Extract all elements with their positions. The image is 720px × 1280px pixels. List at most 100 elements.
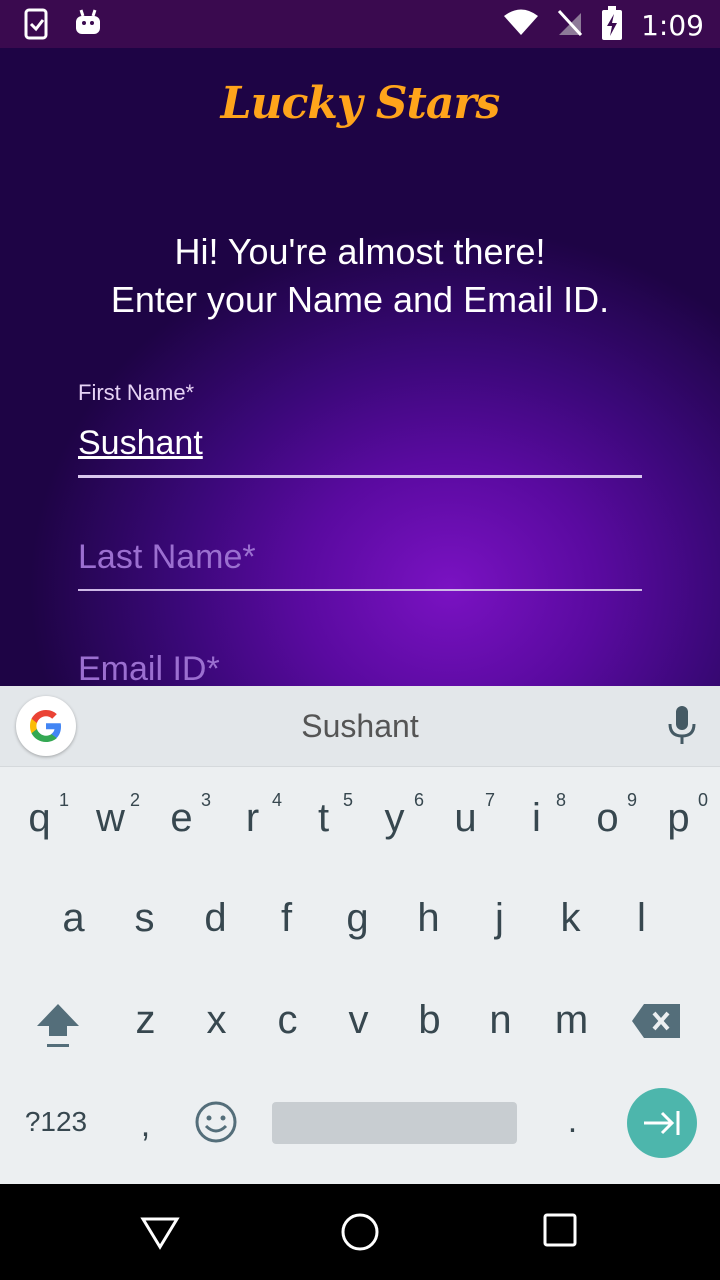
key-v[interactable]: v [323, 998, 394, 1043]
key-number-hint: 5 [342, 790, 353, 810]
emoji-key[interactable] [180, 1100, 251, 1154]
key-r[interactable]: r4 [217, 790, 288, 841]
status-bar: 1:09 [0, 0, 720, 48]
key-i[interactable]: i8 [501, 790, 572, 841]
key-label: t [317, 796, 330, 840]
intro-line-2: Enter your Name and Email ID. [110, 279, 610, 320]
home-icon[interactable] [340, 1212, 380, 1257]
key-g[interactable]: g [322, 896, 393, 941]
next-arrow-icon [644, 1111, 680, 1135]
key-q[interactable]: q1 [4, 790, 75, 841]
no-signal-icon [557, 9, 583, 42]
key-m[interactable]: m [536, 998, 607, 1043]
key-y[interactable]: y6 [359, 790, 430, 841]
key-c[interactable]: c [252, 998, 323, 1043]
period-key[interactable]: . [537, 1102, 608, 1141]
key-n[interactable]: n [465, 998, 536, 1043]
key-f[interactable]: f [251, 896, 322, 941]
first-name-input[interactable]: Sushant [78, 424, 642, 463]
key-number-hint: 3 [200, 790, 211, 810]
key-label: v [348, 998, 369, 1042]
key-x[interactable]: x [181, 998, 252, 1043]
backspace-key[interactable] [620, 1002, 691, 1050]
soft-keyboard: Sushant q1w2e3r4t5y6u7i8o9p0 asdfghjkl z… [0, 686, 720, 1184]
email-field[interactable]: Email ID* [78, 650, 642, 688]
first-name-label: First Name* [78, 380, 195, 405]
key-label: s [134, 896, 155, 940]
recents-icon[interactable] [542, 1212, 578, 1253]
last-name-input[interactable]: Last Name* [78, 538, 642, 577]
key-label: h [417, 896, 440, 940]
key-label: e [170, 796, 193, 840]
key-z[interactable]: z [110, 998, 181, 1043]
key-label: l [637, 896, 646, 940]
key-number-hint: 2 [129, 790, 140, 810]
key-label: c [277, 998, 298, 1042]
key-label: y [384, 796, 405, 840]
key-b[interactable]: b [394, 998, 465, 1043]
back-icon[interactable] [140, 1212, 180, 1257]
intro-line-1: Hi! You're almost there! [174, 231, 546, 272]
enter-key[interactable] [627, 1088, 697, 1158]
key-label: m [554, 998, 589, 1042]
key-j[interactable]: j [464, 896, 535, 941]
status-time: 1:09 [641, 9, 704, 42]
key-label: i [532, 796, 541, 840]
key-d[interactable]: d [180, 896, 251, 941]
key-label: j [495, 896, 504, 940]
key-label: o [596, 796, 619, 840]
key-label: r [245, 796, 260, 840]
android-icon [74, 8, 102, 45]
key-number-hint: 4 [271, 790, 282, 810]
intro-text: Hi! You're almost there! Enter your Name… [0, 228, 720, 324]
key-p[interactable]: p0 [643, 790, 714, 841]
key-number-hint: 6 [413, 790, 424, 810]
first-name-field[interactable]: First Name* Sushant [78, 380, 642, 478]
last-name-underline [78, 589, 642, 591]
key-label: b [418, 998, 441, 1042]
key-h[interactable]: h [393, 896, 464, 941]
key-label: x [206, 998, 227, 1042]
key-label: k [560, 896, 581, 940]
symbols-key[interactable]: ?123 [20, 1106, 92, 1138]
comma-key[interactable]: , [110, 1106, 181, 1145]
shift-key[interactable] [22, 1000, 93, 1060]
key-label: u [454, 796, 477, 840]
key-u[interactable]: u7 [430, 790, 501, 841]
key-e[interactable]: e3 [146, 790, 217, 841]
key-label: p [667, 796, 690, 840]
key-s[interactable]: s [109, 896, 180, 941]
key-number-hint: 1 [58, 790, 69, 810]
key-o[interactable]: o9 [572, 790, 643, 841]
word-suggestion[interactable]: Sushant [0, 708, 720, 745]
wifi-icon [503, 9, 539, 42]
key-number-hint: 7 [484, 790, 495, 810]
phone-sync-icon [22, 8, 52, 45]
first-name-underline [78, 475, 642, 478]
key-number-hint: 0 [697, 790, 708, 810]
suggestion-bar: Sushant [0, 686, 720, 767]
key-label: w [96, 796, 125, 840]
key-k[interactable]: k [535, 896, 606, 941]
last-name-field[interactable]: Last Name* [78, 538, 642, 591]
key-number-hint: 9 [626, 790, 637, 810]
battery-charging-icon [601, 6, 623, 45]
app-screen: Lucky Stars Hi! You're almost there! Ent… [0, 48, 720, 688]
key-label: f [280, 896, 293, 940]
app-title: Lucky Stars [220, 78, 501, 129]
email-input[interactable]: Email ID* [78, 650, 642, 688]
space-bar[interactable] [272, 1102, 517, 1144]
key-label: d [204, 896, 227, 940]
navigation-bar [0, 1184, 720, 1280]
key-l[interactable]: l [606, 896, 677, 941]
key-t[interactable]: t5 [288, 790, 359, 841]
key-w[interactable]: w2 [75, 790, 146, 841]
key-label: z [135, 998, 156, 1042]
key-label: n [489, 998, 512, 1042]
key-a[interactable]: a [38, 896, 109, 941]
key-label: g [346, 896, 369, 940]
key-label: a [62, 896, 85, 940]
key-number-hint: 8 [555, 790, 566, 810]
key-label: q [28, 796, 51, 840]
microphone-icon[interactable] [666, 704, 698, 751]
